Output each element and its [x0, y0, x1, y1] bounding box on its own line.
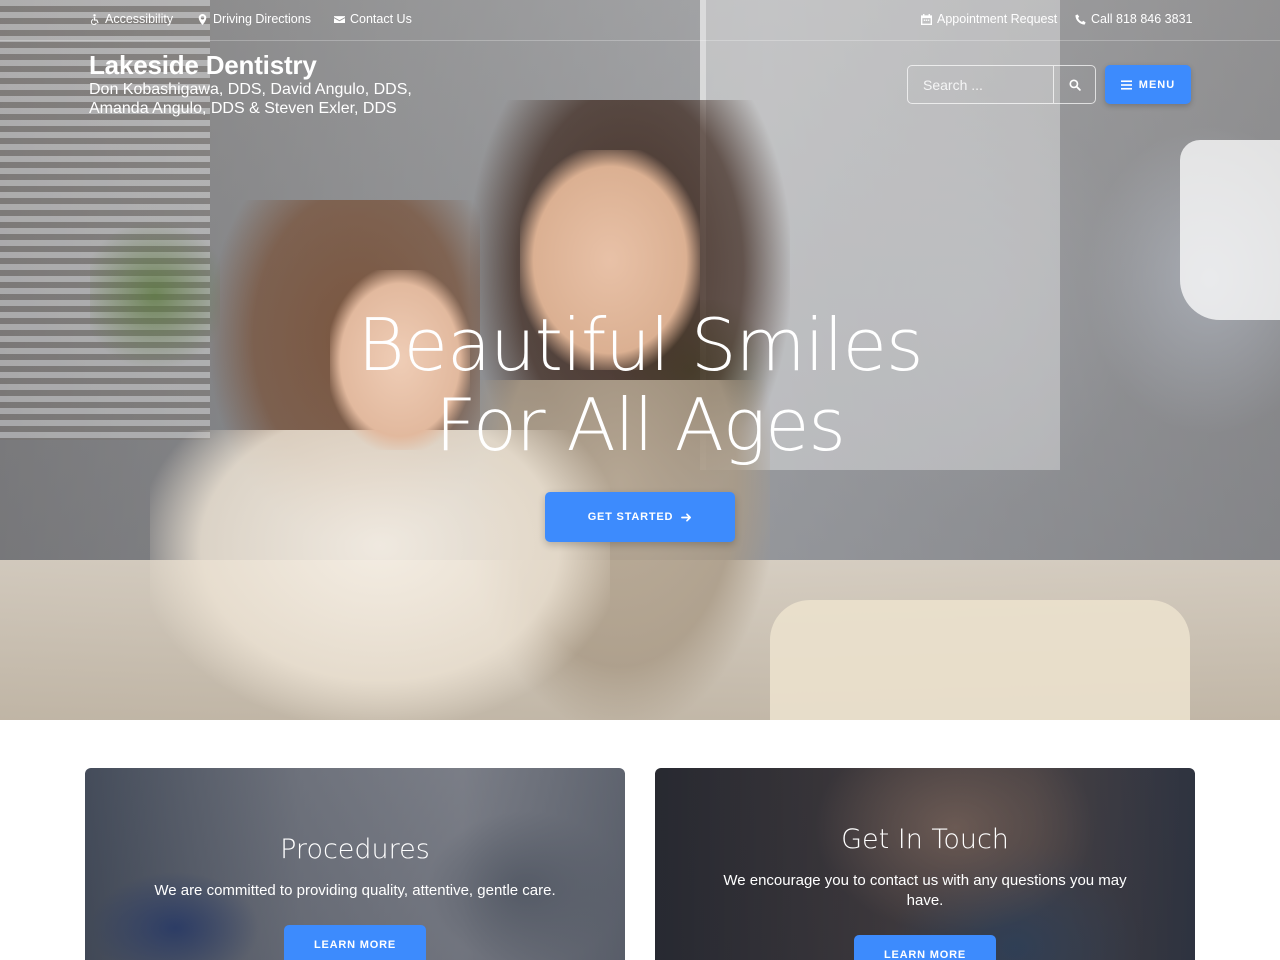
- search-input[interactable]: [908, 66, 1053, 103]
- site-brand[interactable]: Lakeside Dentistry Don Kobashigawa, DDS,…: [89, 50, 429, 118]
- menu-button[interactable]: MENU: [1105, 65, 1191, 104]
- hero-heading-line-1: Beautiful Smiles: [357, 303, 924, 387]
- wheelchair-icon: [89, 13, 100, 25]
- call-phone-label: Call 818 846 3831: [1091, 12, 1193, 26]
- get-in-touch-card: Get In Touch We encourage you to contact…: [655, 768, 1195, 960]
- procedures-card: Procedures We are committed to providing…: [85, 768, 625, 960]
- procedures-learn-more-button[interactable]: LEARN MORE: [284, 925, 426, 960]
- bars-icon: [1120, 79, 1132, 90]
- get-started-button[interactable]: GET STARTED: [545, 492, 735, 542]
- search-icon: [1068, 78, 1081, 91]
- arrow-right-icon: [681, 512, 692, 522]
- site-subtitle: Don Kobashigawa, DDS, David Angulo, DDS,…: [89, 81, 412, 117]
- calendar-icon: [921, 13, 932, 25]
- top-utility-bar: Accessibility Driving Directions Contact…: [0, 0, 1280, 41]
- phone-icon: [1075, 13, 1086, 25]
- driving-directions-link[interactable]: Driving Directions: [197, 12, 311, 26]
- appointment-request-label: Appointment Request: [937, 12, 1058, 26]
- search-button[interactable]: [1053, 66, 1095, 103]
- contact-us-label: Contact Us: [350, 12, 412, 26]
- pillow-image: [770, 600, 1190, 720]
- contact-us-link[interactable]: Contact Us: [334, 12, 412, 26]
- site-title[interactable]: Lakeside Dentistry: [89, 50, 429, 80]
- envelope-icon: [334, 14, 345, 25]
- hero-heading-line-2: For All Ages: [435, 383, 846, 467]
- driving-directions-label: Driving Directions: [213, 12, 311, 26]
- menu-label: MENU: [1138, 78, 1176, 91]
- map-marker-icon: [197, 13, 208, 25]
- get-in-touch-learn-more-button[interactable]: LEARN MORE: [854, 935, 996, 960]
- hero-heading: Beautiful Smiles For All Ages: [0, 305, 1280, 465]
- lamp-image: [1180, 140, 1280, 320]
- search-form: [907, 65, 1096, 104]
- get-started-label: GET STARTED: [587, 511, 674, 523]
- daughter-image: [150, 430, 610, 720]
- procedures-title: Procedures: [280, 834, 430, 865]
- call-phone-link[interactable]: Call 818 846 3831: [1075, 12, 1192, 26]
- accessibility-label: Accessibility: [105, 12, 174, 26]
- accessibility-link[interactable]: Accessibility: [89, 12, 173, 26]
- procedures-text: We are committed to providing quality, a…: [154, 882, 556, 899]
- get-in-touch-text: We encourage you to contact us with any …: [723, 872, 1127, 909]
- appointment-request-link[interactable]: Appointment Request: [921, 12, 1057, 26]
- get-in-touch-title: Get In Touch: [841, 824, 1009, 855]
